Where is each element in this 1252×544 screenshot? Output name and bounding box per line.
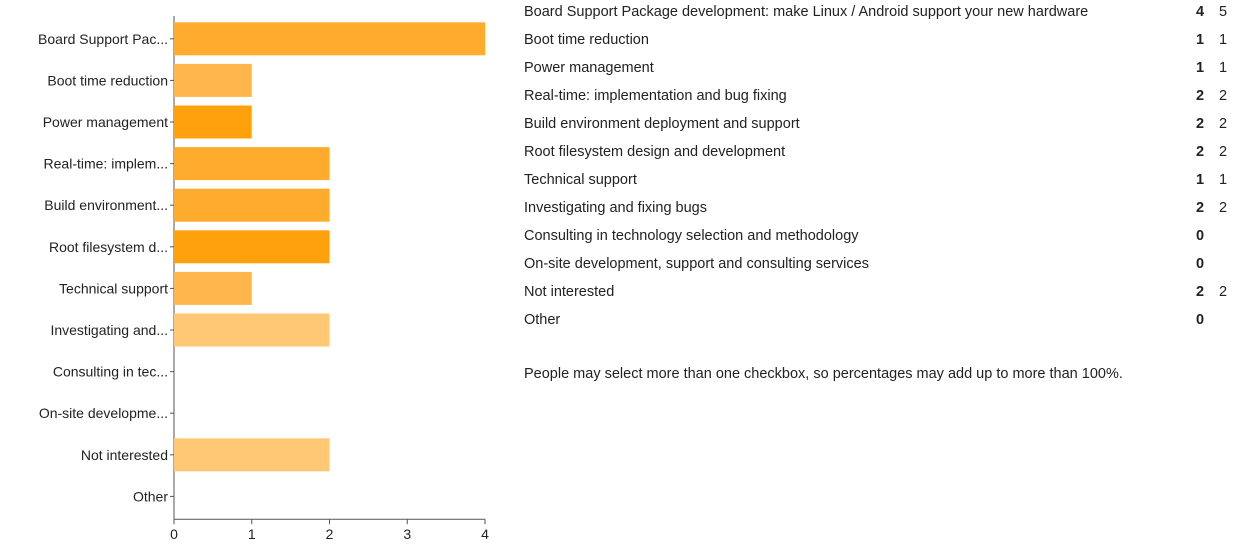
category-label: Boot time reduction (47, 72, 168, 88)
bar (174, 271, 252, 305)
result-count: 0 (1196, 228, 1205, 244)
result-question: Root filesystem design and development (524, 144, 786, 160)
result-question: Investigating and fixing bugs (524, 200, 707, 216)
result-question: Consulting in technology selection and m… (524, 228, 859, 244)
result-question: Technical support (524, 172, 637, 188)
bar-chart: Board Support Pac... Boot time reduction P… (0, 0, 500, 544)
result-percent: 2 (1219, 144, 1228, 160)
result-question: Power management (524, 60, 654, 76)
result-percent: 5 (1219, 4, 1228, 20)
category-label: Root filesystem d... (49, 239, 168, 255)
result-row: Technical support 1 1 (524, 168, 1252, 196)
category-label: Consulting in tec... (53, 364, 168, 380)
result-question: Real-time: implementation and bug fixing (524, 88, 787, 104)
result-count: 1 (1196, 60, 1205, 76)
category-label: Not interested (81, 447, 168, 463)
bar (174, 105, 252, 139)
result-percent: 2 (1219, 284, 1228, 300)
result-question: On-site development, support and consult… (524, 256, 869, 272)
result-question: Not interested (524, 284, 615, 300)
result-row: Boot time reduction 1 1 (524, 28, 1252, 56)
result-count: 2 (1196, 284, 1205, 300)
result-percent: 1 (1219, 172, 1228, 188)
bar (174, 147, 330, 181)
result-row: Build environment deployment and support… (524, 112, 1252, 140)
result-percent: 2 (1219, 116, 1228, 132)
result-row: Board Support Package development: make … (524, 0, 1252, 28)
bar (174, 22, 485, 56)
footnote: People may select more than one checkbox… (524, 366, 1123, 382)
result-count: 4 (1196, 4, 1205, 20)
bar (174, 438, 330, 472)
category-label: Real-time: implem... (44, 156, 168, 172)
result-count: 2 (1196, 144, 1205, 160)
x-tick-label: 4 (481, 526, 489, 542)
result-count: 1 (1196, 32, 1205, 48)
result-percent: 2 (1219, 200, 1228, 216)
result-question: Board Support Package development: make … (524, 4, 1089, 20)
bar (174, 188, 330, 222)
result-row: Root filesystem design and development 2 2 (524, 140, 1252, 168)
x-tick-label: 0 (170, 526, 178, 542)
result-percent: 2 (1219, 88, 1228, 104)
category-label: Investigating and... (50, 322, 168, 338)
result-count: 0 (1196, 256, 1205, 272)
result-percent: 1 (1219, 60, 1228, 76)
result-count: 2 (1196, 88, 1205, 104)
result-count: 0 (1196, 312, 1205, 328)
bar (174, 230, 330, 264)
result-question: Other (524, 312, 561, 328)
result-row: Power management 1 1 (524, 56, 1252, 84)
result-question: Boot time reduction (524, 32, 649, 48)
result-count: 2 (1196, 116, 1205, 132)
category-label: Other (133, 488, 168, 504)
category-label: Power management (43, 114, 168, 130)
results-table: Board Support Package development: make … (524, 0, 1252, 544)
category-label: Technical support (59, 280, 168, 296)
result-count: 1 (1196, 172, 1205, 188)
result-row: On-site development, support and consult… (524, 252, 1252, 280)
bar (174, 63, 252, 97)
result-percent: 1 (1219, 32, 1228, 48)
category-label: On-site developme... (39, 405, 168, 421)
bar (174, 313, 330, 347)
category-label: Board Support Pac... (38, 31, 168, 47)
result-row: Other 0 (524, 308, 1252, 336)
result-question: Build environment deployment and support (524, 116, 800, 132)
result-row: Consulting in technology selection and m… (524, 224, 1252, 252)
x-tick-label: 2 (326, 526, 334, 542)
chart-canvas: Board Support Pac... Boot time reduction P… (38, 16, 489, 542)
result-row: Real-time: implementation and bug fixing… (524, 84, 1252, 112)
category-label: Build environment... (44, 197, 168, 213)
x-tick-label: 1 (248, 526, 256, 542)
result-count: 2 (1196, 200, 1205, 216)
result-row: Investigating and fixing bugs 2 2 (524, 196, 1252, 224)
result-row: Not interested 2 2 (524, 280, 1252, 308)
x-tick-label: 3 (403, 526, 411, 542)
